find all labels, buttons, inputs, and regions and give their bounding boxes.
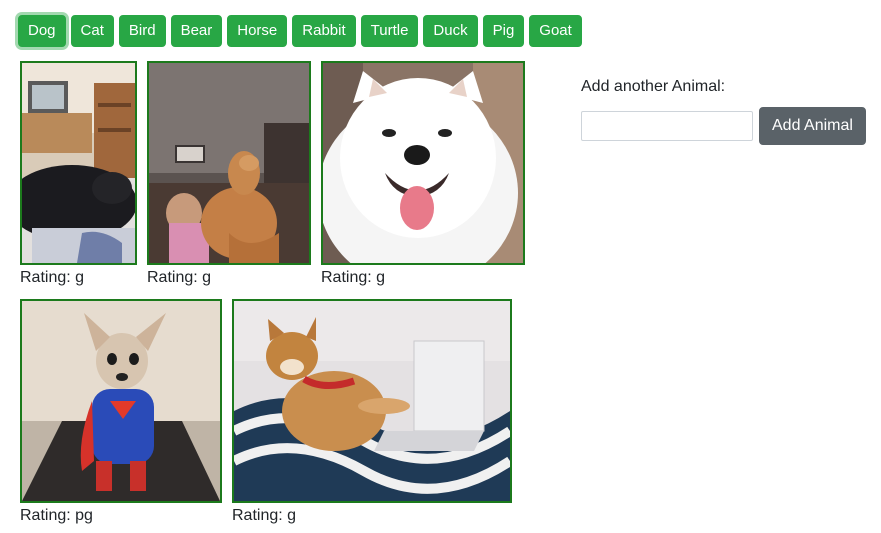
animal-button-turtle[interactable]: Turtle bbox=[360, 15, 419, 47]
animal-button-pig[interactable]: Pig bbox=[482, 15, 525, 47]
animal-button-bird[interactable]: Bird bbox=[118, 15, 166, 47]
gif-rating: Rating: g bbox=[321, 269, 386, 286]
animal-button-dog[interactable]: Dog bbox=[18, 15, 66, 47]
gif-card: Rating: g bbox=[321, 61, 525, 287]
animal-button-cat[interactable]: Cat bbox=[70, 15, 114, 47]
animal-button-bar: Dog Cat Bird Bear Horse Rabbit Turtle Du… bbox=[18, 15, 582, 47]
animal-button-horse[interactable]: Horse bbox=[227, 15, 288, 47]
add-animal-row: Add Animal bbox=[581, 107, 866, 145]
animal-input[interactable] bbox=[581, 111, 753, 141]
gif-rating: Rating: g bbox=[147, 269, 212, 286]
gif-rating: Rating: pg bbox=[20, 507, 93, 524]
animal-button-duck[interactable]: Duck bbox=[423, 15, 478, 47]
gif-image[interactable] bbox=[20, 299, 222, 503]
animal-button-rabbit[interactable]: Rabbit bbox=[292, 15, 356, 47]
gif-image[interactable] bbox=[232, 299, 512, 503]
gif-card: Rating: g bbox=[147, 61, 311, 287]
animal-button-goat[interactable]: Goat bbox=[529, 15, 582, 47]
gif-card: Rating: g bbox=[232, 299, 512, 525]
gif-rating: Rating: g bbox=[20, 269, 85, 286]
gif-image[interactable] bbox=[20, 61, 137, 265]
add-animal-button[interactable]: Add Animal bbox=[759, 107, 866, 145]
add-animal-label: Add another Animal: bbox=[581, 78, 726, 95]
add-animal-form: Add another Animal: Add Animal bbox=[581, 78, 866, 145]
gif-rating: Rating: g bbox=[232, 507, 297, 524]
gif-card: Rating: g bbox=[20, 61, 137, 287]
gif-card: Rating: pg bbox=[20, 299, 222, 525]
animal-button-bear[interactable]: Bear bbox=[170, 15, 223, 47]
gif-image[interactable] bbox=[321, 61, 525, 265]
gif-image[interactable] bbox=[147, 61, 311, 265]
